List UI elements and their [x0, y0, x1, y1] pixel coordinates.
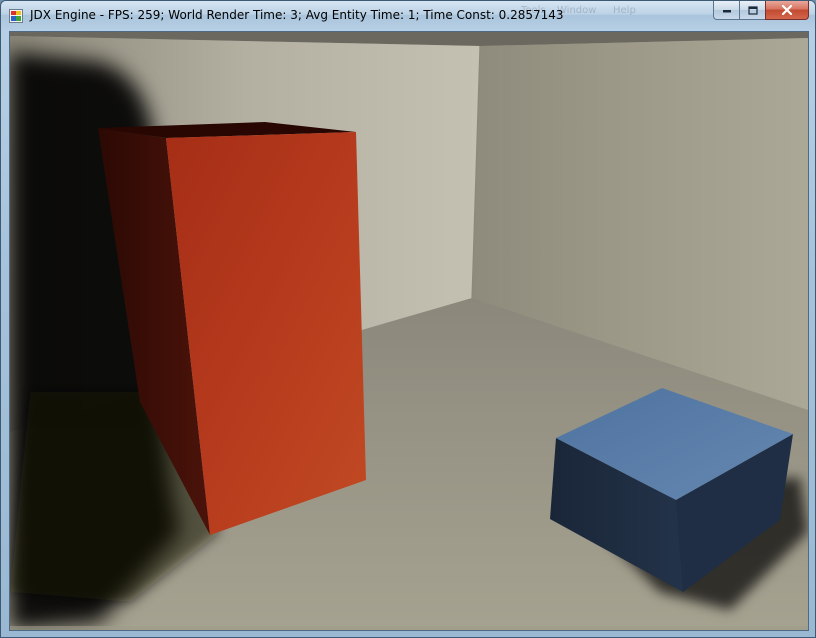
app-window: JDX Engine - FPS: 259; World Render Time…: [0, 0, 816, 638]
maximize-button[interactable]: [739, 1, 765, 20]
viewport-bottom-edge: [10, 626, 808, 630]
title-bar[interactable]: JDX Engine - FPS: 259; World Render Time…: [1, 1, 815, 30]
render-viewport[interactable]: [9, 31, 809, 631]
close-button[interactable]: [765, 1, 809, 20]
ghost-menu-help: Help: [613, 5, 636, 16]
minimize-icon: [722, 10, 731, 13]
maximize-icon: [747, 5, 758, 15]
ghost-menu-tools: Tools: [521, 5, 546, 16]
app-icon[interactable]: [9, 8, 23, 23]
caption-buttons: [713, 1, 809, 20]
minimize-button[interactable]: [713, 1, 739, 20]
close-icon: [781, 5, 793, 15]
scene-canvas: [10, 32, 808, 630]
ghost-menu-window: Window: [557, 5, 597, 16]
window-title: JDX Engine - FPS: 259; World Render Time…: [30, 8, 564, 22]
